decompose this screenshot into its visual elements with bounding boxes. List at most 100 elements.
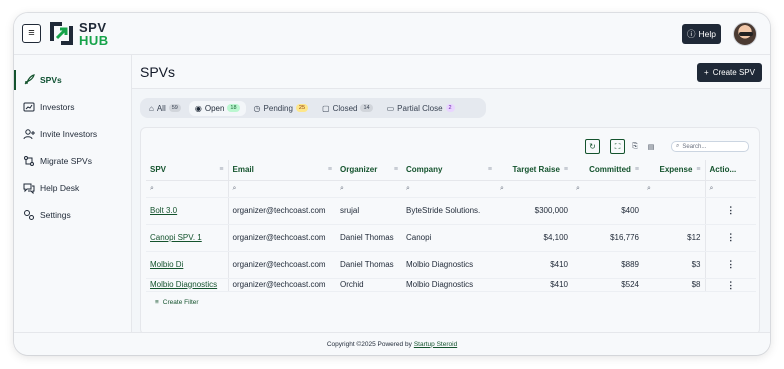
filter-icon[interactable]: ≡ <box>328 166 332 173</box>
sidebar-item-investors[interactable]: Investors <box>14 94 132 120</box>
column-header-spv[interactable]: SPV ≡ <box>146 160 229 181</box>
column-header-committed[interactable]: Committed ≡ <box>572 160 643 181</box>
organizer-cell: Daniel Thomas <box>336 224 402 252</box>
sidebar: SPVs Investors Invite Investors Migrate … <box>14 55 132 332</box>
target-raise-cell: $4,100 <box>496 224 572 252</box>
column-header-label: Company <box>406 165 443 175</box>
filter-icon[interactable]: ≡ <box>219 166 223 173</box>
filter-icon[interactable]: ≡ <box>696 166 700 173</box>
column-filter-input[interactable]: ⌕ <box>228 180 336 198</box>
committed-cell: $400 <box>572 197 643 225</box>
tab-closed[interactable]: ▢ Closed 14 <box>316 101 379 116</box>
filter-icon[interactable]: ≡ <box>635 166 639 173</box>
search-icon: ⌕ <box>150 184 154 192</box>
tab-open[interactable]: ◉ Open 18 <box>188 100 246 116</box>
logo-text-spv: SPV <box>79 19 107 35</box>
sidebar-item-help-desk[interactable]: Help Desk <box>14 175 132 201</box>
columns-icon: ▤ <box>647 143 655 151</box>
chat-icon <box>22 181 36 195</box>
filter-icon[interactable]: ≡ <box>488 166 492 173</box>
table-search-input[interactable]: ⌕ Search... <box>671 141 749 152</box>
logo-text-hub: HUB <box>79 32 109 48</box>
row-actions-menu[interactable]: ⋮ <box>705 197 756 225</box>
tab-label: All <box>156 103 166 113</box>
column-header-expense[interactable]: Expense ≡ <box>643 160 706 181</box>
sidebar-item-spvs[interactable]: SPVs <box>14 67 132 93</box>
expand-icon: ⛶ <box>614 141 621 151</box>
tab-label: Pending <box>263 103 293 113</box>
table-row[interactable]: Molbio Diagnostics organizer@techcoast.c… <box>146 278 756 292</box>
rocket-icon <box>22 73 36 87</box>
logo[interactable]: SPV HUB <box>48 20 109 47</box>
user-avatar[interactable] <box>733 22 757 46</box>
footer-link[interactable]: Startup Steroid <box>414 341 457 348</box>
gear-icon <box>22 208 36 222</box>
count-badge: 18 <box>227 104 240 112</box>
sidebar-item-label: Investors <box>40 102 75 112</box>
column-header-label: Actio... <box>709 165 737 175</box>
table-row[interactable]: Bolt 3.0 organizer@techcoast.com srujal … <box>146 197 756 225</box>
lock-icon: ▢ <box>322 103 330 113</box>
column-header-label: Expense <box>659 165 693 175</box>
sidebar-item-invite-investors[interactable]: Invite Investors <box>14 121 132 147</box>
spv-table-card: ↻ ⛶ ⎘ ▤ ⌕ Search... SPV ≡ Email ≡ Organi… <box>140 127 760 335</box>
table-row[interactable]: Molbio Di organizer@techcoast.com Daniel… <box>146 251 756 279</box>
column-filter-input[interactable]: ⌕ <box>496 180 572 198</box>
column-filter-input[interactable]: ⌕ <box>402 180 496 198</box>
tab-partial-close[interactable]: ▭ Partial Close 2 <box>381 101 461 116</box>
create-filter-label: Create Filter <box>162 299 199 306</box>
committed-cell: $16,776 <box>572 224 643 252</box>
tab-pending[interactable]: ◷ Pending 25 <box>248 101 314 116</box>
column-filter-input[interactable]: ⌕ <box>146 180 229 198</box>
refresh-button[interactable]: ↻ <box>585 139 600 154</box>
search-icon: ⌕ <box>340 184 344 192</box>
row-actions-menu[interactable]: ⋮ <box>705 278 756 292</box>
search-placeholder: Search... <box>682 143 707 150</box>
column-header-email[interactable]: Email ≡ <box>228 160 336 181</box>
company-cell: Molbio Diagnostics <box>402 251 496 279</box>
sidebar-item-migrate-spvs[interactable]: Migrate SPVs <box>14 148 132 174</box>
export-button[interactable]: ⎘ <box>629 141 641 153</box>
expense-cell: $8 <box>643 278 706 292</box>
column-filter-input[interactable]: ⌕ <box>705 180 756 198</box>
plus-icon: + <box>704 68 709 77</box>
target-raise-cell: $410 <box>496 251 572 279</box>
spv-name-link[interactable]: Bolt 3.0 <box>146 197 229 225</box>
table-row[interactable]: Canopi SPV. 1 organizer@techcoast.com Da… <box>146 224 756 252</box>
search-icon: ⌕ <box>647 184 651 192</box>
top-header: ≡ SPV HUB ⓘ Help <box>14 13 770 55</box>
search-icon: ⌕ <box>709 184 714 192</box>
sidebar-item-settings[interactable]: Settings <box>14 202 132 228</box>
target-raise-cell: $300,000 <box>496 197 572 225</box>
columns-button[interactable]: ▤ <box>645 141 657 153</box>
target-raise-cell: $410 <box>496 278 572 292</box>
column-filter-input[interactable]: ⌕ <box>336 180 402 198</box>
row-actions-menu[interactable]: ⋮ <box>705 251 756 279</box>
row-actions-menu[interactable]: ⋮ <box>705 224 756 252</box>
company-cell: Canopi <box>402 224 496 252</box>
tab-all[interactable]: ⌂ All 59 <box>143 101 187 116</box>
spv-name-link[interactable]: Canopi SPV. 1 <box>146 224 229 252</box>
organizer-cell: Daniel Thomas <box>336 251 402 279</box>
tab-label: Closed <box>332 103 358 113</box>
column-filter-input[interactable]: ⌕ <box>643 180 706 198</box>
filter-icon[interactable]: ≡ <box>394 166 398 173</box>
help-button[interactable]: ⓘ Help <box>682 24 721 44</box>
menu-toggle-button[interactable]: ≡ <box>22 24 41 43</box>
more-vertical-icon: ⋮ <box>726 232 736 242</box>
column-header-company[interactable]: Company ≡ <box>402 160 496 181</box>
search-icon: ⌕ <box>676 143 680 149</box>
create-spv-button[interactable]: + Create SPV <box>697 63 762 82</box>
column-header-organizer[interactable]: Organizer ≡ <box>336 160 402 181</box>
create-filter-button[interactable]: ≡ Create Filter <box>155 299 199 306</box>
fullscreen-button[interactable]: ⛶ <box>610 139 625 154</box>
column-filter-input[interactable]: ⌕ <box>572 180 643 198</box>
filter-icon[interactable]: ≡ <box>564 166 568 173</box>
help-icon: ⓘ <box>687 29 696 39</box>
column-header-target-raise[interactable]: Target Raise ≡ <box>496 160 572 181</box>
email-cell: organizer@techcoast.com <box>228 251 336 279</box>
spv-name-link[interactable]: Molbio Di <box>146 251 229 279</box>
spv-name-link[interactable]: Molbio Diagnostics <box>146 278 229 292</box>
more-vertical-icon: ⋮ <box>726 205 736 215</box>
column-header-label: Committed <box>589 165 631 175</box>
